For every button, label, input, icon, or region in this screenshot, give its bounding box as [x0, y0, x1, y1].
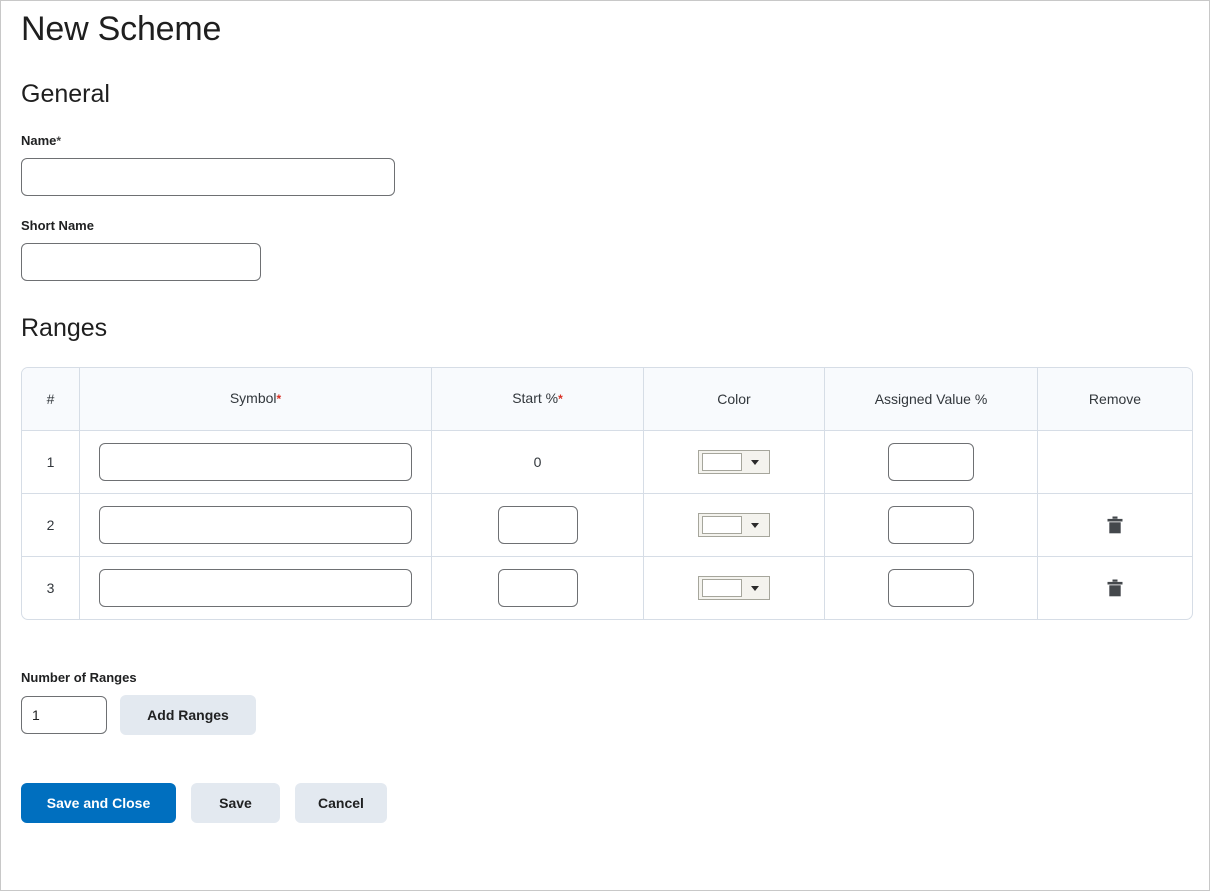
- row-assigned-value-cell: [825, 431, 1038, 494]
- row-assigned-value-cell: [825, 494, 1038, 557]
- column-header-start-percent: Start %*: [432, 368, 644, 431]
- color-picker[interactable]: [698, 450, 770, 474]
- add-ranges-button[interactable]: Add Ranges: [120, 695, 256, 735]
- row-number-cell: 3: [22, 557, 80, 619]
- page-title: New Scheme: [21, 10, 222, 48]
- column-header-remove: Remove: [1038, 368, 1192, 431]
- assigned-value-input[interactable]: [888, 443, 974, 481]
- number-of-ranges-group: Number of Ranges Add Ranges: [21, 670, 1189, 735]
- column-header-color: Color: [644, 368, 825, 431]
- start-percent-required-marker: *: [558, 392, 563, 406]
- start-percent-value: 0: [533, 454, 542, 470]
- column-header-start-percent-label: Start %: [512, 390, 559, 406]
- table-row: 3: [22, 557, 1192, 619]
- color-swatch: [702, 516, 742, 534]
- row-start-percent-cell: [432, 494, 644, 557]
- section-heading-ranges: Ranges: [21, 314, 108, 342]
- column-header-symbol-label: Symbol: [229, 390, 277, 406]
- color-picker[interactable]: [698, 576, 770, 600]
- table-row: 2: [22, 494, 1192, 557]
- chevron-down-icon: [742, 585, 767, 591]
- column-header-color-label: Color: [717, 390, 751, 407]
- row-start-percent-cell: [432, 557, 644, 619]
- chevron-down-icon: [742, 459, 767, 465]
- table-header-row: # Symbol* Start %* Color Assigned Value …: [22, 368, 1192, 431]
- row-number: 1: [46, 454, 55, 470]
- form-actions: Save and Close Save Cancel: [21, 783, 1189, 823]
- assigned-value-input[interactable]: [888, 569, 974, 607]
- color-swatch: [702, 453, 742, 471]
- row-color-cell: [644, 557, 825, 619]
- remove-row-button[interactable]: [1102, 575, 1128, 601]
- field-name: Name*: [21, 133, 1189, 196]
- symbol-input[interactable]: [99, 506, 412, 544]
- trash-icon: [1107, 579, 1123, 597]
- cancel-button[interactable]: Cancel: [295, 783, 387, 823]
- number-of-ranges-label: Number of Ranges: [21, 670, 137, 685]
- page-content: New Scheme General Name* Short Name Rang…: [1, 1, 1209, 823]
- column-header-remove-label: Remove: [1088, 390, 1142, 407]
- trash-icon: [1107, 516, 1123, 534]
- start-percent-input[interactable]: [497, 506, 578, 544]
- row-number: 3: [46, 580, 55, 596]
- table-row: 1 0: [22, 431, 1192, 494]
- new-scheme-page: New Scheme General Name* Short Name Rang…: [0, 0, 1210, 891]
- column-header-number: #: [22, 368, 80, 431]
- number-of-ranges-input[interactable]: [21, 696, 107, 734]
- row-remove-cell: [1038, 494, 1192, 557]
- section-heading-general: General: [21, 80, 110, 108]
- column-header-assigned-value: Assigned Value %: [825, 368, 1038, 431]
- symbol-input[interactable]: [99, 443, 412, 481]
- row-number: 2: [46, 517, 55, 533]
- row-color-cell: [644, 431, 825, 494]
- symbol-required-marker: *: [276, 392, 282, 406]
- row-number-cell: 2: [22, 494, 80, 557]
- number-of-ranges-row: Add Ranges: [21, 695, 1189, 735]
- remove-row-button[interactable]: [1102, 512, 1128, 538]
- row-symbol-cell: [80, 431, 432, 494]
- row-remove-cell: [1038, 557, 1192, 619]
- row-remove-cell: [1038, 431, 1192, 494]
- row-number-cell: 1: [22, 431, 80, 494]
- color-picker[interactable]: [698, 513, 770, 537]
- column-header-symbol: Symbol*: [80, 368, 432, 431]
- ranges-table: # Symbol* Start %* Color Assigned Value …: [21, 367, 1193, 620]
- chevron-down-icon: [742, 522, 767, 528]
- name-required-marker: *: [56, 134, 62, 148]
- assigned-value-input[interactable]: [888, 506, 974, 544]
- name-label: Name*: [21, 133, 1189, 149]
- row-symbol-cell: [80, 557, 432, 619]
- symbol-input[interactable]: [99, 569, 412, 607]
- name-input[interactable]: [21, 158, 395, 196]
- short-name-label: Short Name: [21, 218, 94, 233]
- name-label-text: Name: [21, 133, 57, 148]
- column-header-number-label: #: [46, 390, 55, 407]
- row-start-percent-cell: 0: [432, 431, 644, 494]
- start-percent-input[interactable]: [497, 569, 578, 607]
- short-name-input[interactable]: [21, 243, 261, 281]
- color-swatch: [702, 579, 742, 597]
- column-header-assigned-value-label: Assigned Value %: [874, 390, 988, 407]
- row-color-cell: [644, 494, 825, 557]
- row-assigned-value-cell: [825, 557, 1038, 619]
- field-short-name: Short Name: [21, 218, 1189, 281]
- row-symbol-cell: [80, 494, 432, 557]
- save-button[interactable]: Save: [191, 783, 280, 823]
- save-and-close-button[interactable]: Save and Close: [21, 783, 176, 823]
